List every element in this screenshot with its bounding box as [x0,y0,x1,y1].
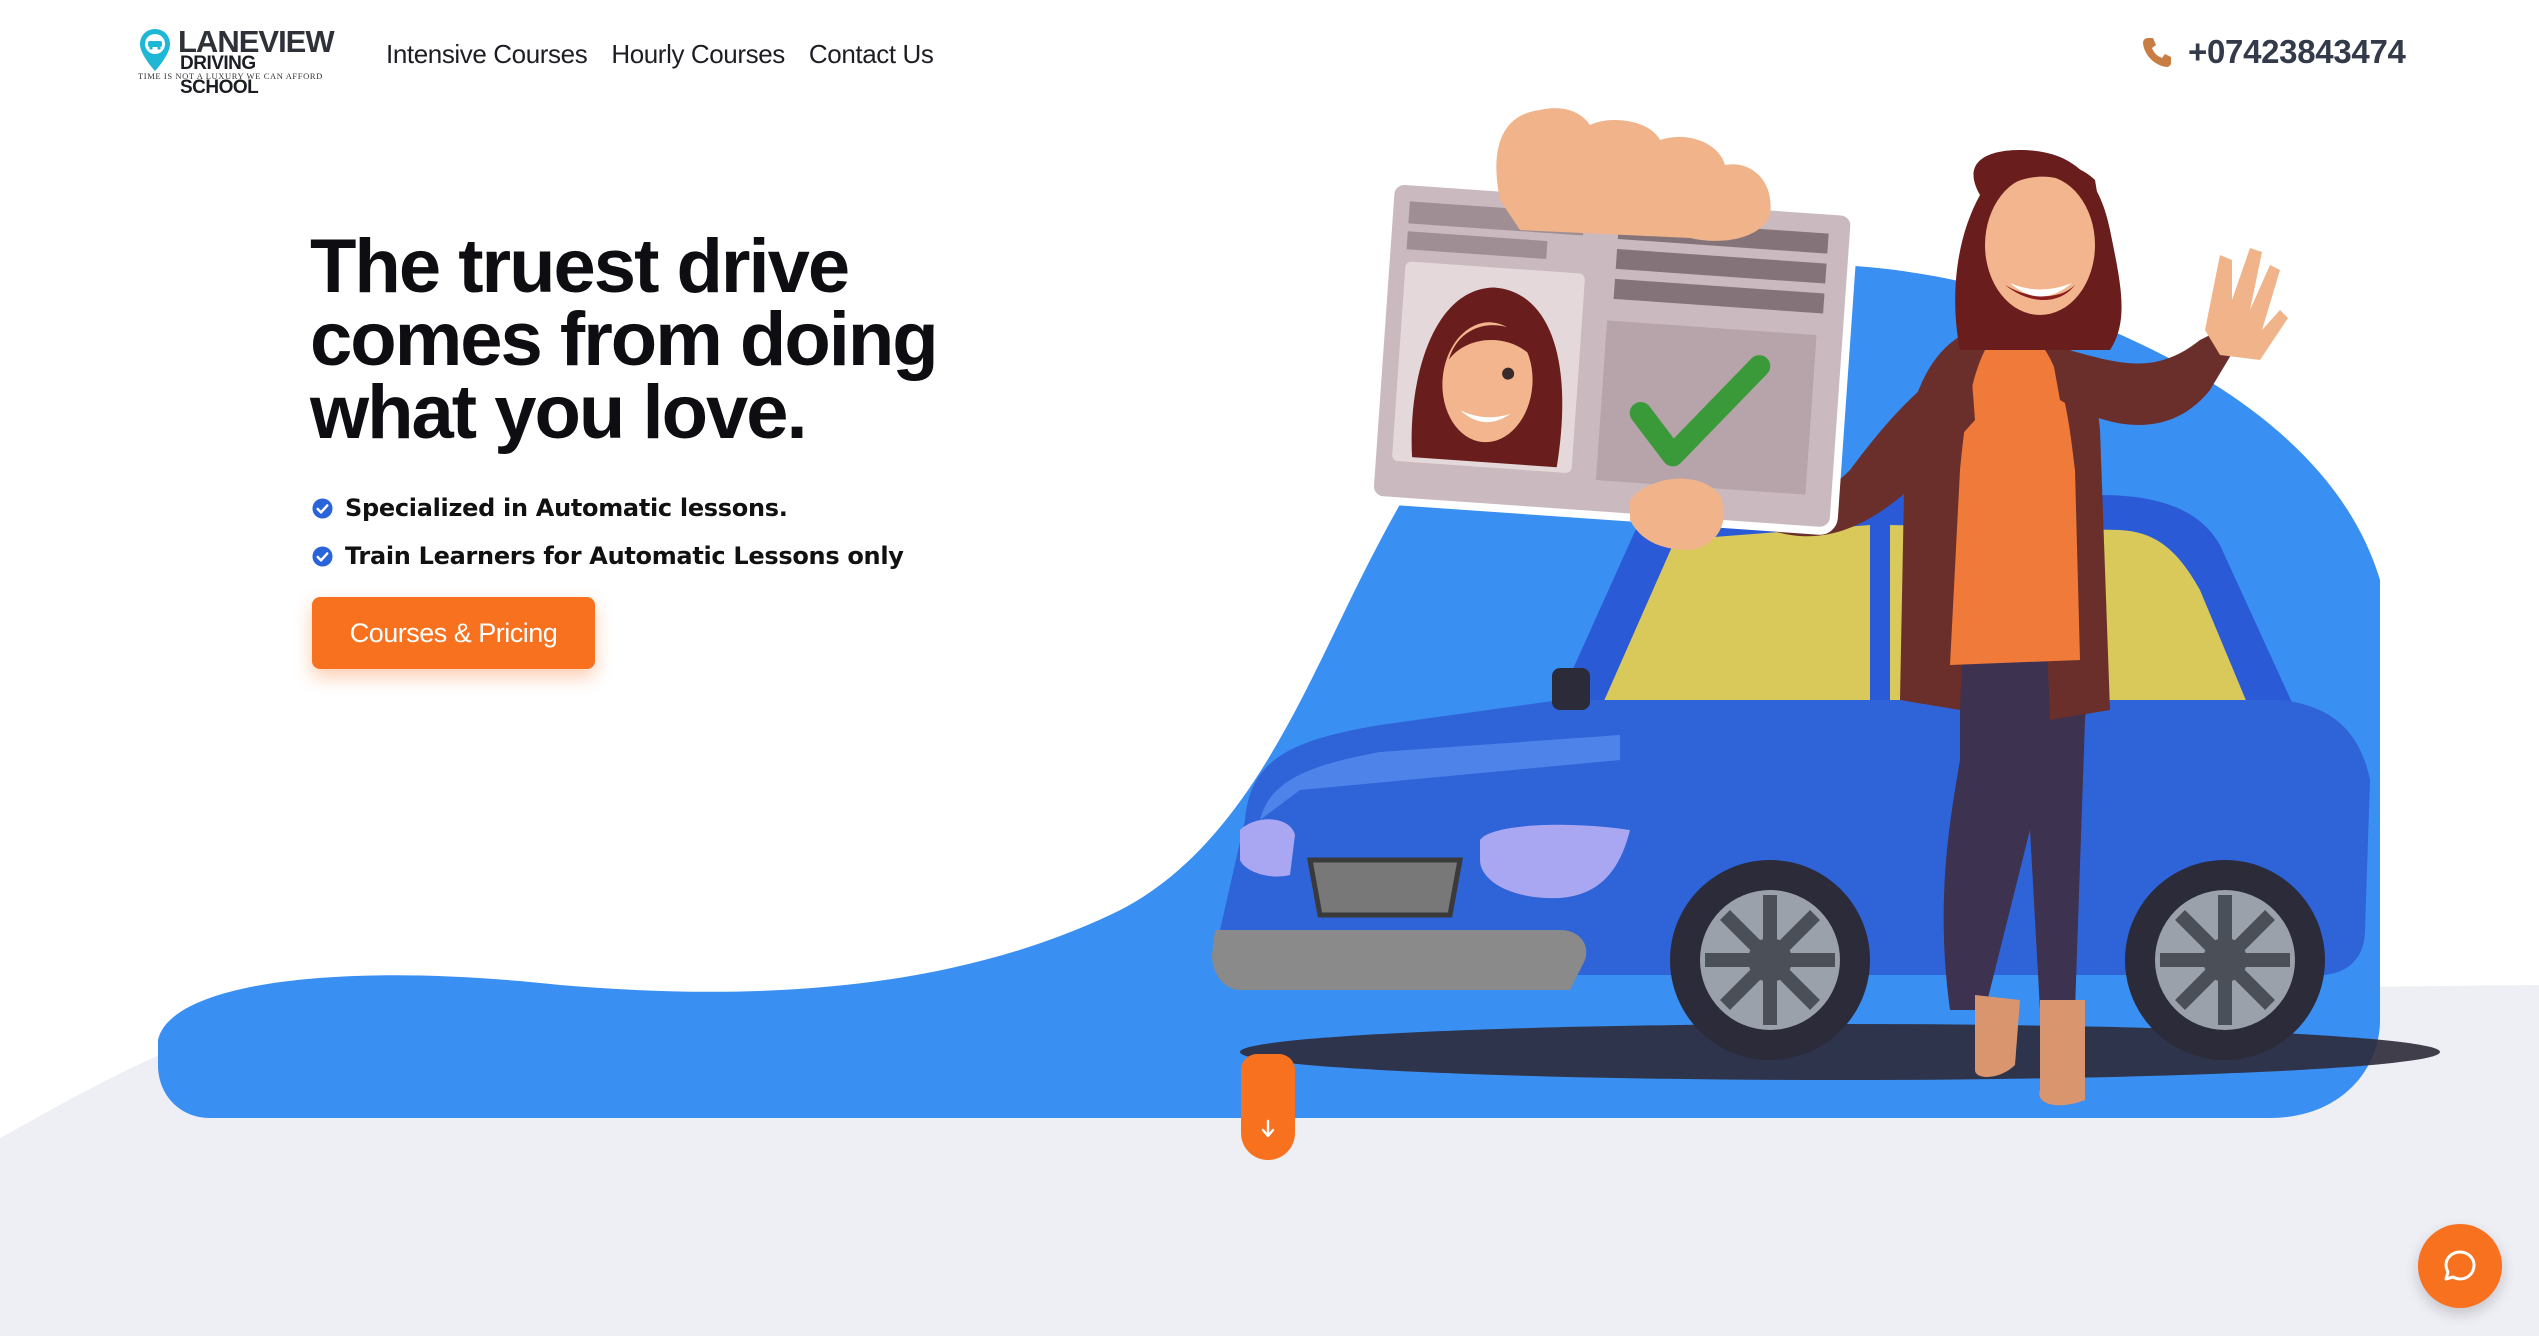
main-nav: Intensive Courses Hourly Courses Contact… [386,34,934,74]
feature-text: Specialized in Automatic lessons. [345,494,788,522]
logo[interactable]: LANEVIEW DRIVING SCHOOL TIME IS NOT A LU… [138,26,338,99]
check-circle-icon [312,545,333,567]
courses-pricing-button[interactable]: Courses & Pricing [312,597,595,669]
scroll-down-button[interactable] [1241,1054,1295,1160]
site-header: LANEVIEW DRIVING SCHOOL TIME IS NOT A LU… [0,0,2539,110]
map-pin-icon [140,29,170,71]
phone-number: +07423843474 [2188,33,2406,70]
feature-list: Specialized in Automatic lessons. Train … [312,484,904,580]
feature-item: Train Learners for Automatic Lessons onl… [312,532,904,580]
nav-intensive-courses[interactable]: Intensive Courses [386,34,588,74]
logo-tagline: TIME IS NOT A LUXURY WE CAN AFFORD [138,71,323,81]
feature-text: Train Learners for Automatic Lessons onl… [345,542,904,570]
hero-title: The truest drive comes from doing what y… [310,224,939,455]
phone-link[interactable]: +07423843474 [2142,33,2406,71]
phone-icon [2143,38,2171,67]
check-circle-icon [312,497,333,519]
nav-hourly-courses[interactable]: Hourly Courses [611,34,785,74]
nav-contact-us[interactable]: Contact Us [809,34,934,74]
chat-bubble-icon [2444,1250,2476,1281]
chat-button[interactable] [2418,1224,2502,1308]
arrow-down-icon [1261,1119,1275,1138]
feature-item: Specialized in Automatic lessons. [312,484,904,532]
